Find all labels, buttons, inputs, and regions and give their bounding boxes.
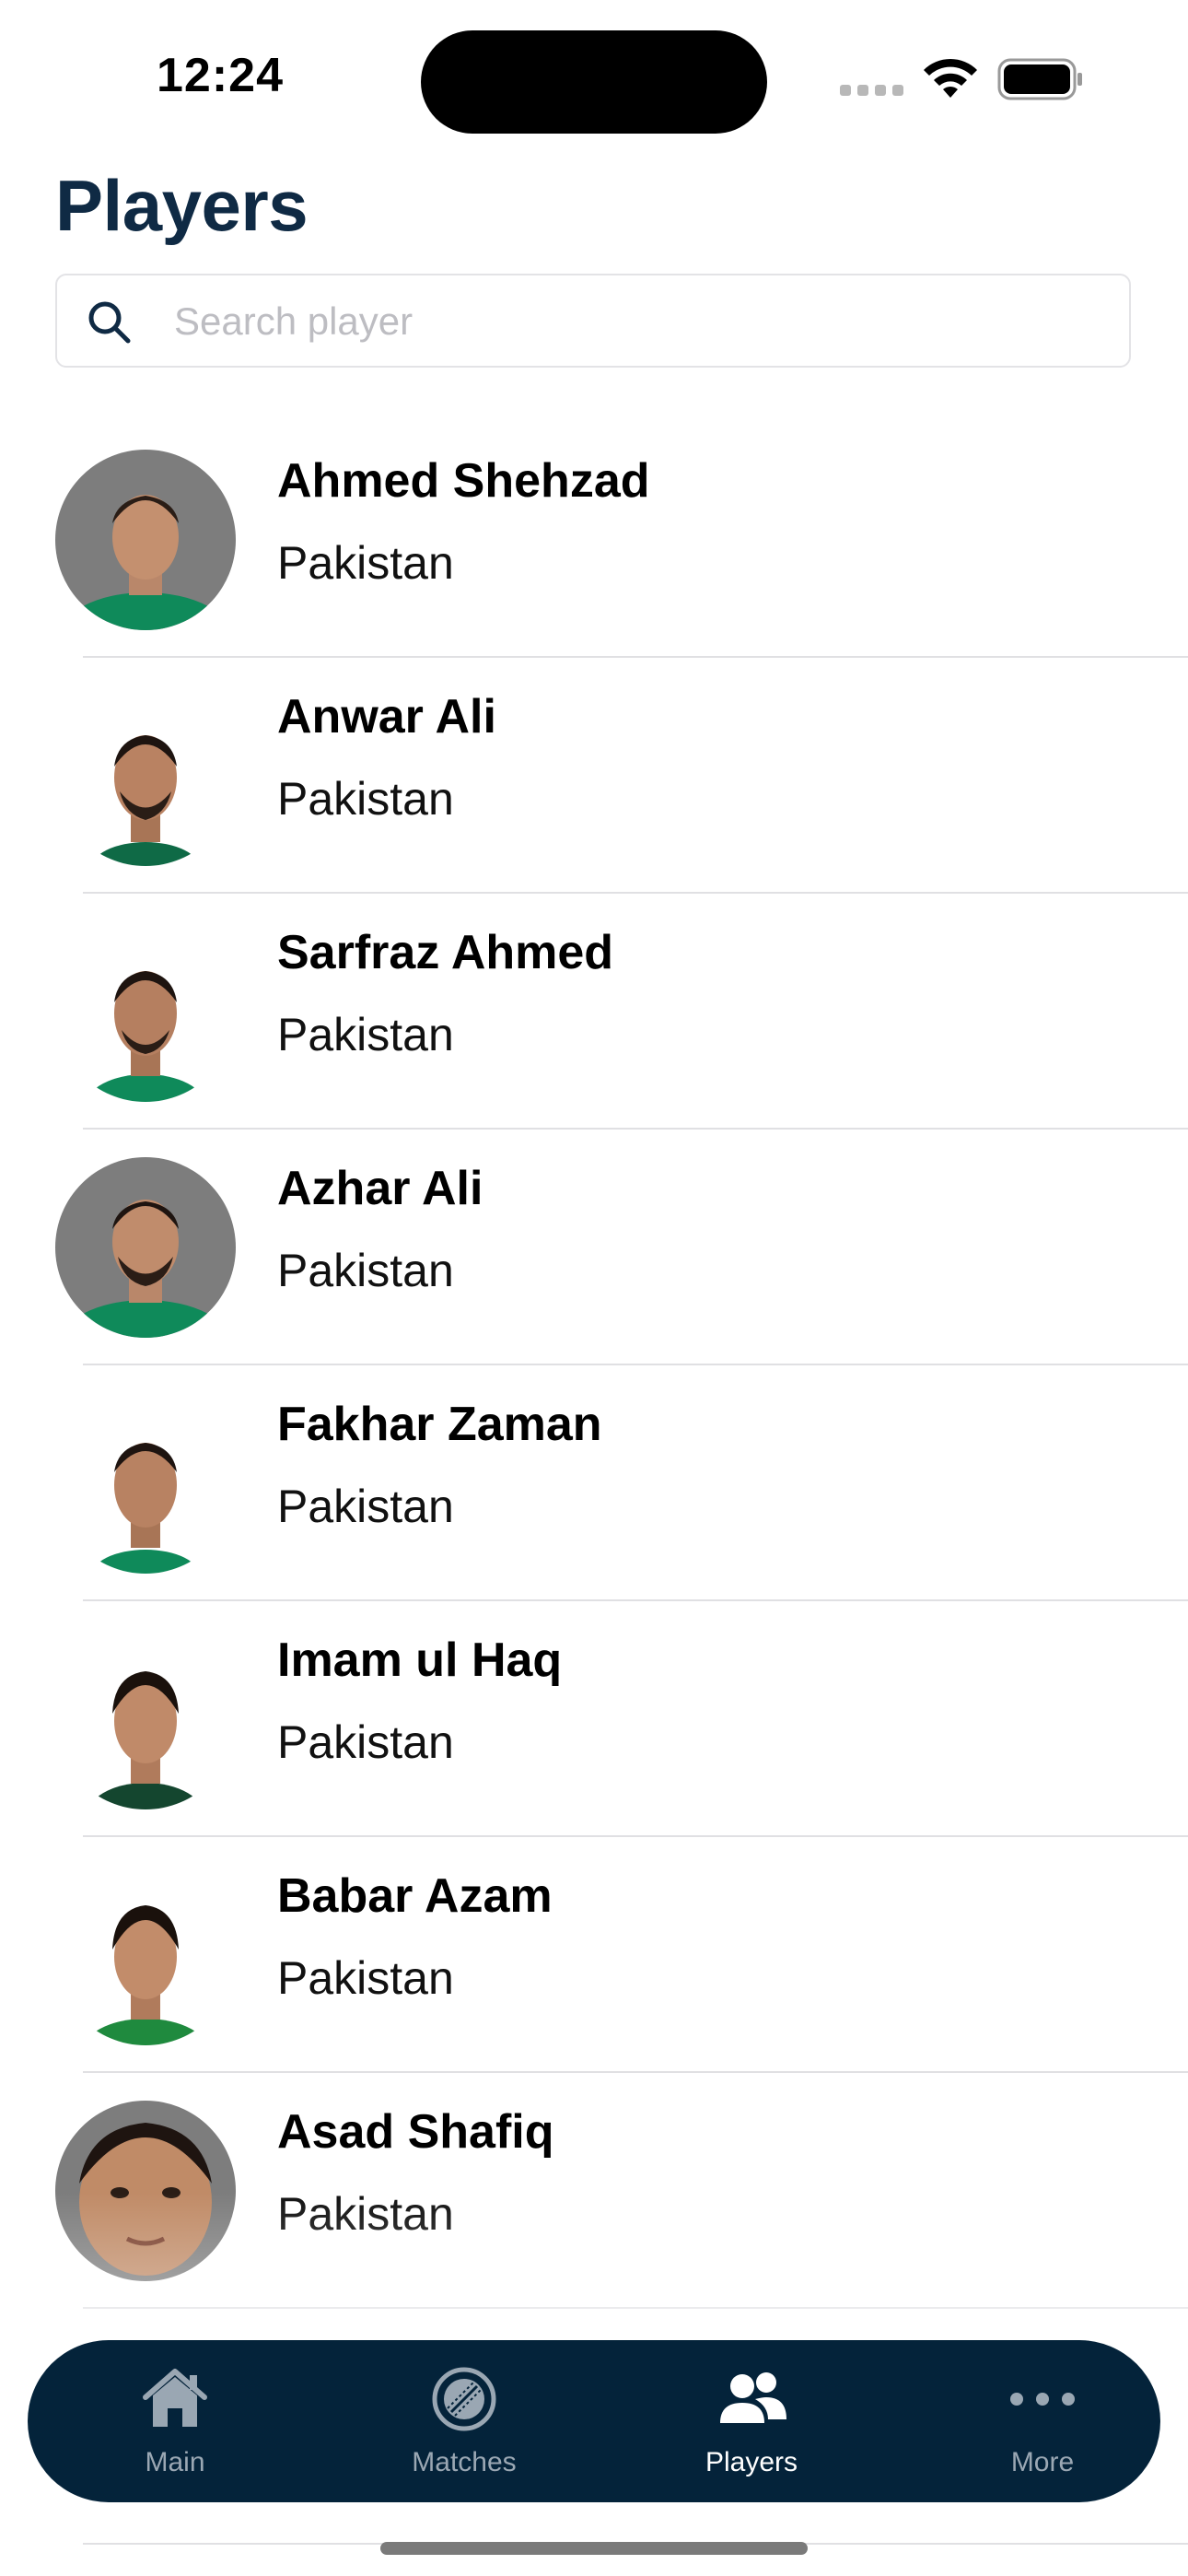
status-time: 12:24	[157, 49, 284, 102]
player-row[interactable]: Sarfraz Ahmed Pakistan	[0, 894, 1188, 1130]
player-avatar	[55, 1865, 236, 2045]
dynamic-island	[421, 30, 767, 134]
player-name: Azhar Ali	[277, 1162, 483, 1215]
player-avatar	[55, 685, 236, 866]
cellular-signal-icon	[840, 85, 904, 96]
tab-label: Players	[705, 2447, 798, 2477]
home-indicator[interactable]	[380, 2542, 808, 2555]
player-row[interactable]: Azhar Ali Pakistan	[0, 1130, 1188, 1365]
player-avatar	[55, 1629, 236, 1809]
house-icon	[143, 2369, 207, 2427]
players-list: Ahmed Shehzad Pakistan Anwar Ali Pakista…	[0, 422, 1188, 2545]
search-field[interactable]	[55, 274, 1131, 368]
tab-label: Main	[145, 2447, 205, 2477]
player-name: Ahmed Shehzad	[277, 454, 650, 508]
player-avatar	[55, 2101, 236, 2281]
player-name: Asad Shafiq	[277, 2105, 554, 2159]
status-bar: 12:24	[0, 0, 1188, 138]
player-country: Pakistan	[277, 2188, 454, 2240]
tab-label: More	[1010, 2447, 1075, 2477]
people-icon	[720, 2372, 786, 2423]
player-row[interactable]: Ahmed Shehzad Pakistan	[0, 422, 1188, 658]
page-title: Players	[55, 165, 309, 246]
player-avatar	[55, 921, 236, 1102]
tab-label: Matches	[412, 2447, 517, 2477]
cricket-ball-icon	[432, 2367, 496, 2431]
player-row[interactable]: Babar Azam Pakistan	[0, 1837, 1188, 2073]
player-country: Pakistan	[277, 1952, 454, 2004]
player-avatar	[55, 1157, 236, 1338]
player-row[interactable]: Imam ul Haq Pakistan	[0, 1601, 1188, 1837]
ellipsis-icon	[1010, 2393, 1075, 2406]
tab-players[interactable]: Players	[641, 2340, 862, 2502]
player-name: Sarfraz Ahmed	[277, 926, 614, 979]
tab-matches[interactable]: Matches	[354, 2340, 575, 2502]
player-name: Anwar Ali	[277, 690, 496, 744]
player-country: Pakistan	[277, 773, 454, 825]
player-avatar	[55, 450, 236, 630]
player-row[interactable]: Fakhar Zaman Pakistan	[0, 1365, 1188, 1601]
player-row[interactable]: Anwar Ali Pakistan	[0, 658, 1188, 894]
player-name: Babar Azam	[277, 1869, 553, 1923]
player-country: Pakistan	[277, 1009, 454, 1060]
wifi-icon	[924, 58, 977, 98]
tab-main[interactable]: Main	[64, 2340, 285, 2502]
player-name: Imam ul Haq	[277, 1633, 563, 1687]
player-row[interactable]: Asad Shafiq Pakistan	[0, 2073, 1188, 2309]
player-country: Pakistan	[277, 537, 454, 589]
player-country: Pakistan	[277, 1481, 454, 1532]
battery-icon	[997, 58, 1082, 100]
player-country: Pakistan	[277, 1245, 454, 1296]
player-avatar	[55, 1393, 236, 1574]
player-name: Fakhar Zaman	[277, 1398, 602, 1451]
tab-bar: Main Matches Players More	[28, 2340, 1160, 2502]
search-input[interactable]	[172, 275, 1097, 368]
tab-more[interactable]: More	[932, 2340, 1153, 2502]
search-icon	[88, 301, 131, 344]
player-country: Pakistan	[277, 1716, 454, 1768]
